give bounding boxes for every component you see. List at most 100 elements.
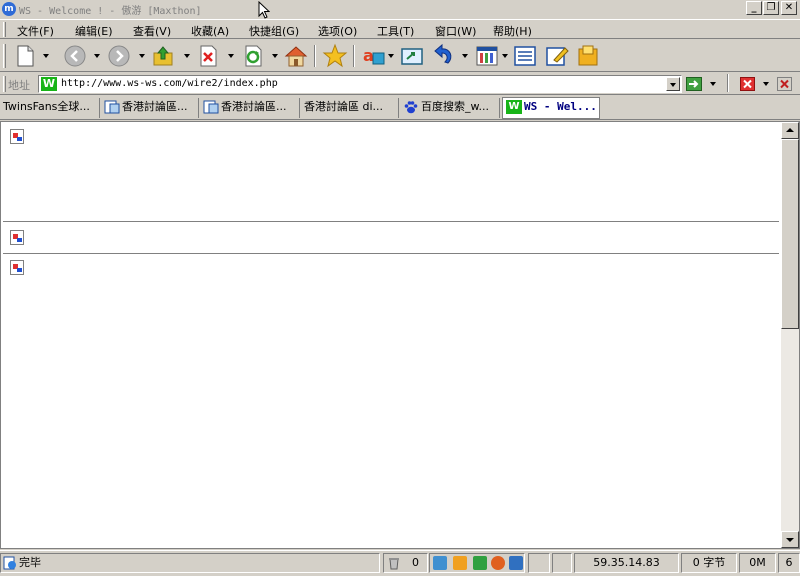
svg-text:a: a — [363, 46, 374, 65]
menu-help[interactable]: 帮助(H) — [493, 23, 532, 39]
close-tab-dropdown-icon[interactable] — [763, 82, 769, 86]
menu-options[interactable]: 选项(O) — [318, 23, 357, 39]
scrollbar-thumb[interactable] — [781, 139, 799, 329]
vertical-scrollbar[interactable] — [781, 122, 799, 548]
maxthon-logo-icon[interactable]: m — [2, 2, 16, 16]
translate-dropdown-icon[interactable] — [388, 54, 394, 58]
address-bar: 地址 W http://www.ws-ws.com/wire2/index.ph… — [0, 73, 800, 95]
site-favicon: W — [41, 77, 57, 91]
address-input[interactable]: W http://www.ws-ws.com/wire2/index.php — [38, 75, 682, 93]
toolbar-separator — [353, 45, 355, 67]
favorites-star-icon[interactable] — [322, 43, 348, 69]
address-url[interactable]: http://www.ws-ws.com/wire2/index.php — [61, 78, 278, 89]
scroll-down-button[interactable] — [781, 531, 799, 548]
baidu-paw-icon — [404, 101, 418, 114]
title-bar[interactable]: m WS - Welcome ! - 傲游 [Maxthon] _ ❐ ✕ — [0, 0, 800, 19]
status-text-cell: 完毕 — [0, 553, 380, 573]
back-icon[interactable] — [62, 43, 88, 69]
undo-close-icon[interactable] — [430, 43, 456, 69]
menu-view[interactable]: 查看(V) — [133, 23, 171, 39]
page-status-icon — [3, 556, 16, 570]
menu-window[interactable]: 窗口(W) — [435, 23, 476, 39]
up-folder-icon[interactable] — [150, 43, 176, 69]
restore-button[interactable]: ❐ — [763, 1, 779, 15]
status-icons-cell — [429, 553, 525, 573]
go-arrow-icon[interactable] — [686, 77, 702, 91]
download-icon[interactable] — [473, 556, 487, 570]
tab-twinsfans[interactable]: TwinsFans全球... — [0, 98, 100, 118]
tools-dropdown-icon[interactable] — [502, 54, 508, 58]
menu-tools[interactable]: 工具(T) — [377, 23, 414, 39]
broken-image-icon — [10, 260, 24, 275]
tab-label: 香港討論區... — [122, 100, 188, 113]
stop-icon[interactable] — [195, 43, 221, 69]
close-all-icon[interactable] — [777, 77, 792, 91]
toolbar-separator — [314, 45, 316, 67]
plugin-icon[interactable] — [575, 43, 601, 69]
mail-icon[interactable] — [509, 556, 523, 570]
new-page-icon[interactable] — [12, 43, 38, 69]
broken-image-icon — [10, 230, 24, 245]
tab-baidu-search[interactable]: 百度搜索_w... — [400, 98, 500, 118]
main-frame — [3, 256, 779, 546]
forward-icon[interactable] — [106, 43, 132, 69]
refresh-icon[interactable] — [240, 43, 266, 69]
address-label: 地址 — [8, 79, 30, 92]
tab-hk-forum-2[interactable]: 香港討論區... — [200, 98, 300, 118]
frame-divider[interactable] — [3, 253, 779, 255]
toolbar-grip[interactable] — [3, 44, 6, 68]
tools-icon[interactable] — [474, 43, 500, 69]
address-grip[interactable] — [3, 76, 6, 92]
go-dropdown-icon[interactable] — [710, 82, 716, 86]
main-toolbar: a — [0, 40, 800, 72]
stop-dropdown-icon[interactable] — [228, 54, 234, 58]
forward-dropdown-icon[interactable] — [139, 54, 145, 58]
status-bar: 完毕 0 59.35.14.83 0 字节 0M 6 — [0, 550, 800, 576]
menu-groups[interactable]: 快捷组(G) — [249, 23, 299, 39]
up-folder-dropdown-icon[interactable] — [184, 54, 190, 58]
tab-label: 百度搜索_w... — [421, 100, 489, 113]
minimize-button[interactable]: _ — [746, 1, 762, 15]
menu-grip[interactable] — [3, 22, 6, 37]
page-content — [0, 121, 800, 549]
edit-note-icon[interactable] — [544, 43, 570, 69]
top-frame — [3, 122, 779, 220]
tab-label: 香港討論區 di... — [304, 100, 384, 113]
tab-hk-forum-3[interactable]: 香港討論區 di... — [301, 98, 399, 118]
back-dropdown-icon[interactable] — [94, 54, 100, 58]
new-page-dropdown-icon[interactable] — [43, 54, 49, 58]
status-empty-cell — [528, 553, 550, 573]
screen-capture-icon[interactable] — [399, 43, 425, 69]
frame-divider[interactable] — [3, 221, 779, 223]
close-tab-icon[interactable] — [740, 77, 755, 91]
tab-hk-forum-1[interactable]: 香港討論區... — [101, 98, 199, 118]
popup-blocker-cell[interactable]: 0 — [383, 553, 428, 573]
status-empty-cell — [552, 553, 572, 573]
undo-close-dropdown-icon[interactable] — [462, 54, 468, 58]
browser-window: m WS - Welcome ! - 傲游 [Maxthon] _ ❐ ✕ 文件… — [0, 0, 800, 576]
menu-file[interactable]: 文件(F) — [17, 23, 54, 39]
tab-label: TwinsFans全球... — [3, 100, 90, 113]
translate-icon[interactable]: a — [361, 43, 387, 69]
address-history-dropdown[interactable] — [666, 77, 680, 91]
window-title: WS - Welcome ! - 傲游 [Maxthon] — [19, 6, 202, 17]
skype-icon[interactable] — [433, 556, 447, 570]
home-icon[interactable] — [283, 43, 309, 69]
refresh-dropdown-icon[interactable] — [272, 54, 278, 58]
tab-label: WS - Wel... — [524, 100, 597, 113]
tab-ws-welcome-active[interactable]: W WS - Wel... — [502, 97, 600, 119]
blocked-count: 0 — [412, 556, 419, 569]
security-icon[interactable] — [453, 556, 467, 570]
page-icon — [104, 100, 120, 114]
menu-edit[interactable]: 编辑(E) — [75, 23, 113, 39]
menu-favorites[interactable]: 收藏(A) — [191, 23, 229, 39]
ip-address: 59.35.14.83 — [574, 553, 679, 573]
address-separator — [727, 74, 729, 92]
close-button[interactable]: ✕ — [781, 1, 797, 15]
scroll-up-button[interactable] — [781, 122, 799, 139]
tab-count: 6 — [778, 553, 800, 573]
mouse-cursor-icon — [258, 1, 270, 19]
broken-image-icon — [10, 129, 24, 144]
sidebar-panel-icon[interactable] — [512, 43, 538, 69]
gear-icon[interactable] — [491, 556, 505, 570]
